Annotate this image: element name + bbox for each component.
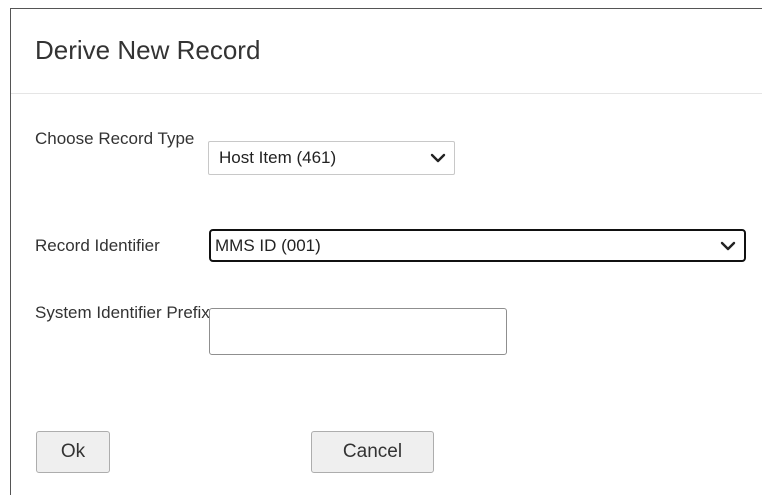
record-identifier-select[interactable]: MMS ID (001) [209,229,746,262]
derive-new-record-dialog: Derive New Record Choose Record Type Hos… [10,8,762,495]
record-type-select[interactable]: Host Item (461) [208,141,455,175]
chevron-down-icon [430,153,446,163]
ok-button[interactable]: Ok [36,431,110,473]
record-type-selected-value: Host Item (461) [219,148,337,167]
chevron-down-icon [720,241,736,250]
dialog-title: Derive New Record [35,35,261,65]
dialog-header: Derive New Record [11,9,762,94]
cancel-button[interactable]: Cancel [311,431,434,473]
system-identifier-prefix-input[interactable] [209,308,507,355]
record-type-label: Choose Record Type [35,129,195,148]
record-identifier-label: Record Identifier [35,236,160,255]
system-identifier-prefix-label: System Identifier Prefix [35,303,210,322]
record-identifier-selected-value: MMS ID (001) [215,235,321,255]
